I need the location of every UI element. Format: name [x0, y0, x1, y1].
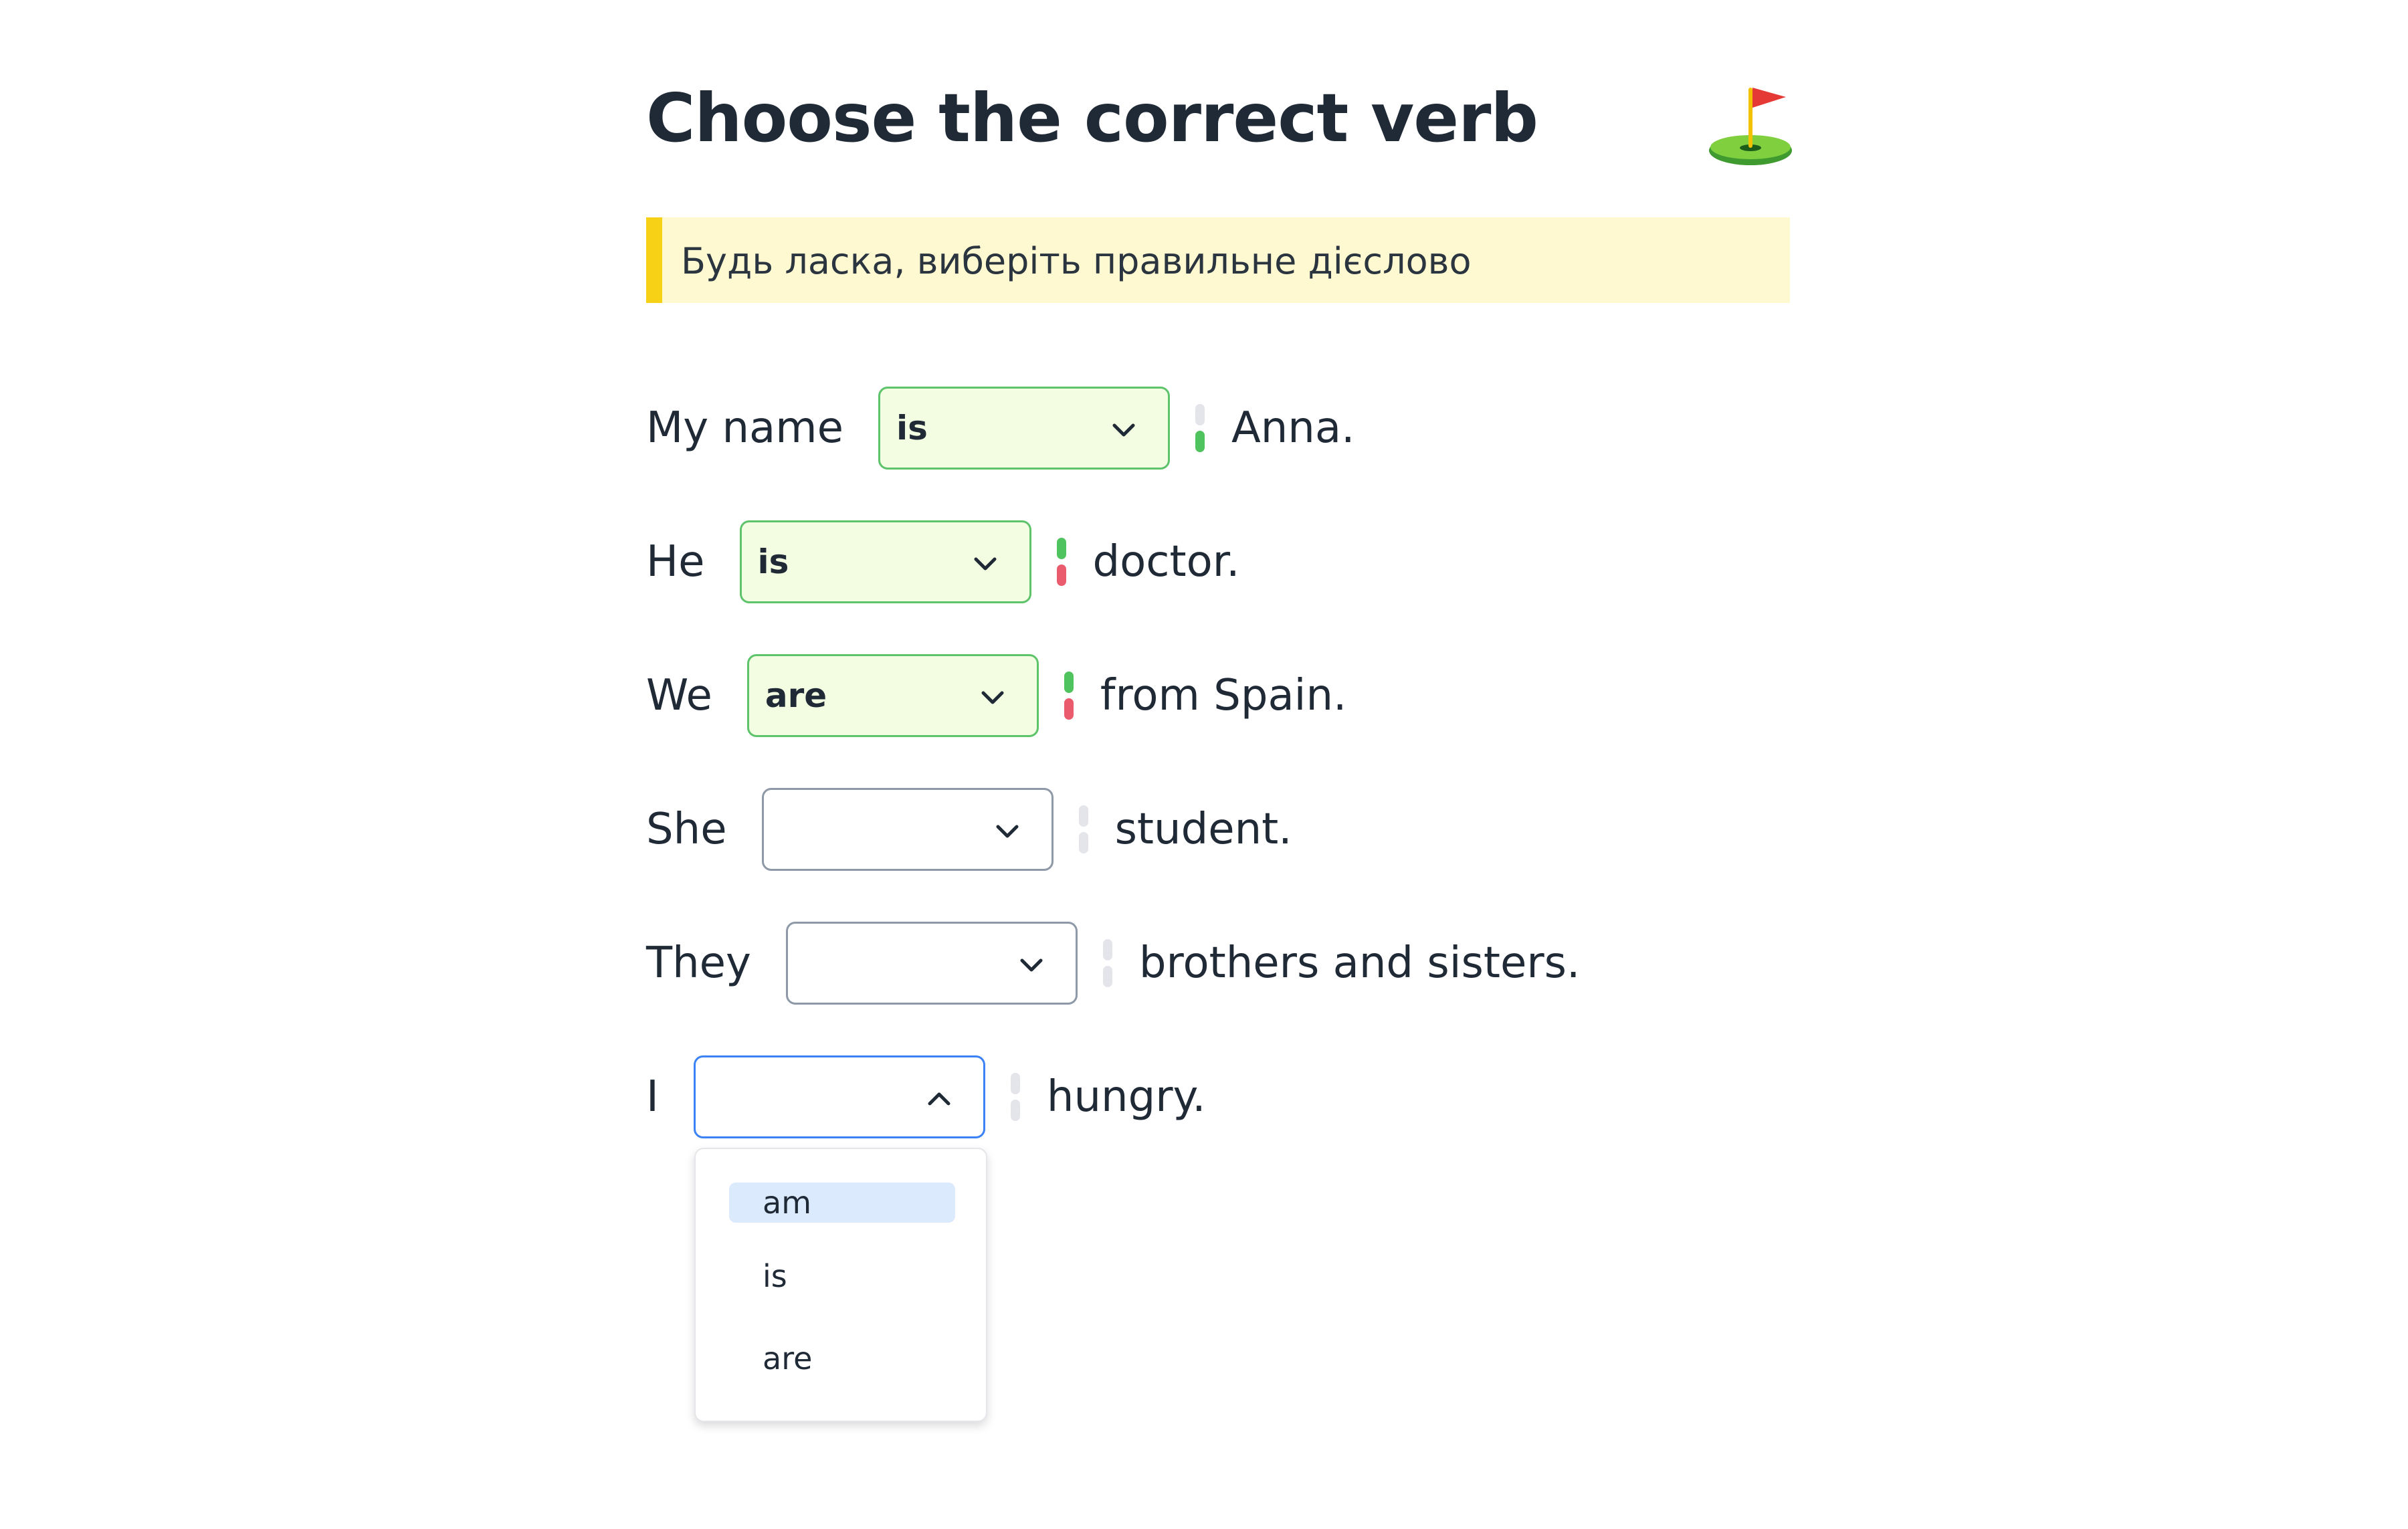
indicator-top [1064, 672, 1074, 693]
indicator-top [1078, 805, 1088, 827]
verb-dropdown-menu: am is are [694, 1148, 987, 1422]
sentence-prefix: He [646, 537, 705, 587]
page-title: Choose the correct verb [646, 79, 1538, 157]
sentence-suffix: Anna. [1231, 403, 1355, 453]
sentence-suffix: student. [1114, 805, 1292, 854]
instruction-banner: Будь ласка, виберіть правильне дієслово [646, 217, 1790, 303]
exercise-content: Choose the correct verb Будь ласка, вибе… [646, 0, 1792, 1422]
chevron-down-icon [981, 691, 1004, 704]
indicator-bottom [1056, 565, 1066, 586]
indicator-bottom [1078, 832, 1088, 853]
sentence-prefix: They [646, 938, 751, 988]
verb-select[interactable]: are [746, 654, 1039, 737]
dropdown-option-are[interactable]: are [729, 1338, 955, 1379]
sentence-row: We are from Spain. [646, 654, 1346, 737]
sentence-row: They brothers and sisters. [646, 922, 1580, 1005]
indicator-top [1056, 538, 1066, 559]
sentence-prefix: I [646, 1072, 659, 1122]
verb-select[interactable] [785, 922, 1078, 1005]
title-row: Choose the correct verb [646, 0, 1792, 221]
dropdown-option-am[interactable]: am [729, 1183, 955, 1223]
verb-select[interactable]: is [878, 387, 1170, 470]
answer-indicator [1195, 404, 1205, 452]
answer-indicator [1064, 672, 1074, 720]
indicator-bottom [1010, 1100, 1020, 1121]
select-value: is [896, 409, 928, 447]
verb-select[interactable] [761, 788, 1054, 871]
chevron-down-icon [974, 557, 996, 571]
dropdown-option-is[interactable]: is [729, 1256, 955, 1296]
select-value: are [765, 676, 827, 715]
indicator-bottom [1064, 698, 1074, 720]
instruction-text: Будь ласка, виберіть правильне дієслово [681, 240, 1472, 282]
chevron-down-icon [1020, 958, 1043, 972]
select-value: is [757, 542, 789, 581]
chevron-down-icon [1112, 423, 1135, 437]
answer-indicator [1102, 939, 1112, 987]
sentence-suffix: doctor. [1092, 537, 1240, 587]
indicator-top [1102, 939, 1112, 960]
sentence-row: He is doctor. [646, 520, 1240, 603]
chevron-down-icon [996, 825, 1019, 838]
sentence-prefix: She [646, 805, 727, 854]
answer-indicator [1078, 805, 1088, 853]
sentence-prefix: We [646, 671, 712, 720]
instruction-accent-bar [646, 217, 662, 303]
indicator-bottom [1195, 431, 1205, 452]
exercise-page: Choose the correct verb Будь ласка, вибе… [0, 0, 2408, 1529]
indicator-bottom [1102, 966, 1112, 987]
verb-select[interactable]: is [739, 520, 1031, 603]
verb-select[interactable] [693, 1055, 985, 1138]
sentence-prefix: My name [646, 403, 843, 453]
sentence-row: She student. [646, 788, 1292, 871]
golf-flag-icon [1709, 88, 1792, 165]
sentence-suffix: brothers and sisters. [1138, 938, 1581, 988]
indicator-top [1195, 404, 1205, 425]
answer-indicator [1010, 1073, 1020, 1121]
sentence-row: My name is Anna. [646, 387, 1354, 470]
sentence-suffix: hungry. [1046, 1072, 1206, 1122]
sentence-suffix: from Spain. [1100, 671, 1347, 720]
indicator-top [1010, 1073, 1020, 1094]
chevron-up-icon [928, 1092, 950, 1106]
answer-indicator [1056, 538, 1066, 586]
sentence-row: I hungry. [646, 1055, 1206, 1138]
